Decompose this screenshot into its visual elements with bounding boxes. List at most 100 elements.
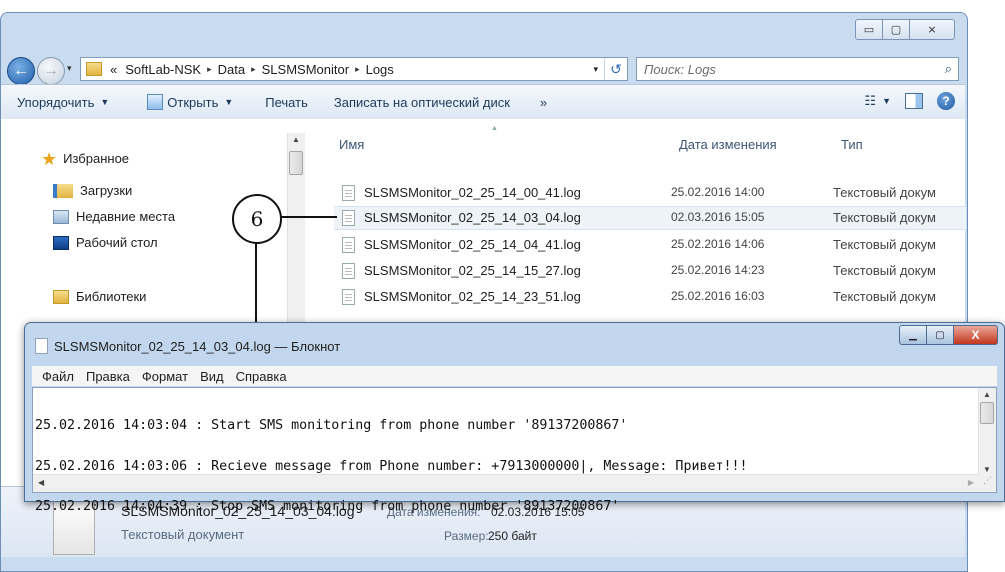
open-label: Открыть [167, 94, 219, 110]
nav-favorites-label: Избранное [63, 151, 130, 166]
address-overflow[interactable]: « [110, 62, 117, 77]
search-input[interactable]: Поиск: Logs ⌕ [636, 57, 959, 81]
scroll-up-icon[interactable]: ▲ [292, 135, 300, 144]
organize-label: Упорядочить [17, 94, 95, 110]
burn-disc-button[interactable]: Записать на оптический диск [334, 95, 510, 110]
star-icon: ★ [41, 148, 58, 169]
column-name[interactable]: Имя [339, 137, 364, 152]
breadcrumb-separator[interactable]: ▸ [355, 64, 360, 75]
text-file-icon [342, 185, 355, 201]
menu-help[interactable]: Справка [236, 369, 287, 384]
scroll-up-icon[interactable]: ▲ [983, 390, 991, 399]
scroll-thumb[interactable] [980, 402, 994, 424]
forward-arrow-icon: → [43, 62, 59, 79]
minimize-button[interactable]: ▭ [855, 19, 883, 40]
address-dropdown-icon[interactable]: ▾ [593, 64, 598, 75]
nav-desktop-label: Рабочий стол [76, 235, 158, 250]
notepad-title: SLSMSMonitor_02_25_14_03_04.log — Блокно… [54, 338, 341, 354]
file-type: Текстовый докум [833, 210, 936, 225]
open-app-icon [147, 94, 164, 110]
view-controls: ☷ ▼ ? [850, 92, 955, 110]
callout-marker: 6 [232, 194, 282, 244]
notepad-text-area[interactable]: 25.02.2016 14:03:04 : Start SMS monitori… [32, 387, 997, 513]
libraries-icon [53, 289, 69, 304]
file-row[interactable]: SLSMSMonitor_02_25_14_03_04.log 02.03.20… [334, 206, 966, 230]
back-arrow-icon: ← [13, 62, 29, 79]
refresh-icon[interactable]: ↺ [604, 58, 627, 80]
scroll-right-icon[interactable]: ▶ [968, 478, 974, 487]
sort-ascending-icon: ▲ [491, 125, 498, 132]
nav-favorites[interactable]: ★ Избранное [41, 148, 130, 169]
log-line: 25.02.2016 14:03:04 : Start SMS monitori… [35, 418, 628, 433]
file-row[interactable]: SLSMSMonitor_02_25_14_04_41.log 25.02.20… [334, 234, 966, 256]
notepad-window: SLSMSMonitor_02_25_14_03_04.log — Блокно… [24, 322, 1005, 513]
breadcrumb-softlab[interactable]: SoftLab-NSK [125, 62, 201, 77]
breadcrumb-logs[interactable]: Logs [366, 62, 394, 77]
command-bar: Упорядочить ▼ Открыть ▼ Печать Записать на… [1, 84, 965, 120]
file-type: Текстовый докум [833, 185, 936, 200]
column-date-modified[interactable]: Дата изменения [679, 137, 777, 152]
file-name: SLSMSMonitor_02_25_14_00_41.log [364, 185, 581, 200]
breadcrumb-separator[interactable]: ▸ [251, 64, 256, 75]
notepad-text-lines: 25.02.2016 14:03:04 : Start SMS monitori… [35, 392, 747, 541]
file-name: SLSMSMonitor_02_25_14_03_04.log [364, 210, 581, 225]
text-file-icon [342, 237, 355, 253]
nav-downloads[interactable]: Загрузки [53, 183, 132, 198]
column-headers: ▲ Имя Дата изменения Тип [339, 125, 965, 155]
search-placeholder: Поиск: Logs [644, 61, 716, 77]
notepad-titlebar: SLSMSMonitor_02_25_14_03_04.log — Блокно… [35, 338, 340, 354]
resize-grip-icon[interactable]: ⋰ [979, 475, 996, 492]
notepad-minimize-button[interactable]: ▁ [899, 325, 927, 345]
chevron-down-icon: ▼ [100, 97, 110, 107]
nav-desktop[interactable]: Рабочий стол [53, 235, 158, 250]
folder-icon [86, 62, 102, 76]
view-options-icon[interactable]: ☷ [864, 93, 876, 109]
notepad-horizontal-scrollbar[interactable]: ◀ ▶ [33, 474, 979, 492]
file-row[interactable]: SLSMSMonitor_02_25_14_00_41.log 25.02.20… [334, 182, 966, 204]
preview-pane-icon[interactable] [905, 93, 923, 109]
file-row[interactable]: SLSMSMonitor_02_25_14_15_27.log 25.02.20… [334, 260, 966, 282]
scroll-left-icon[interactable]: ◀ [38, 478, 44, 487]
text-file-icon [342, 210, 355, 226]
breadcrumb-separator[interactable]: ▸ [207, 64, 212, 75]
open-button[interactable]: Открыть ▼ [147, 94, 233, 110]
file-row[interactable]: SLSMSMonitor_02_25_14_23_51.log 25.02.20… [334, 286, 966, 308]
notepad-close-button[interactable]: X [953, 325, 998, 345]
navigation-scrollbar[interactable]: ▲ [287, 133, 305, 323]
menu-edit[interactable]: Правка [86, 369, 130, 384]
back-button[interactable]: ← [7, 57, 35, 85]
chevron-down-icon[interactable]: ▼ [882, 96, 891, 106]
notepad-caption-buttons: ▁ ▢ X [899, 325, 998, 345]
menu-file[interactable]: Файл [42, 369, 74, 384]
scroll-down-icon[interactable]: ▼ [983, 465, 991, 474]
file-name: SLSMSMonitor_02_25_14_04_41.log [364, 237, 581, 252]
log-line: 25.02.2016 14:04:39 : Stop SMS monitorin… [35, 499, 620, 514]
recent-pages-dropdown[interactable]: ▾ [67, 63, 72, 74]
file-date: 25.02.2016 16:03 [671, 289, 765, 303]
close-button[interactable]: ⨯ [909, 19, 955, 40]
nav-libraries[interactable]: Библиотеки [53, 289, 146, 304]
text-file-icon [342, 289, 355, 305]
menu-view[interactable]: Вид [200, 369, 224, 384]
callout-leader-vertical [255, 236, 257, 332]
organize-button[interactable]: Упорядочить ▼ [17, 95, 109, 110]
search-icon[interactable]: ⌕ [945, 61, 952, 77]
help-icon[interactable]: ? [937, 92, 955, 110]
file-name: SLSMSMonitor_02_25_14_23_51.log [364, 289, 581, 304]
notepad-maximize-button[interactable]: ▢ [926, 325, 954, 345]
maximize-button[interactable]: ▢ [882, 19, 910, 40]
forward-button[interactable]: → [37, 57, 65, 85]
callout-leader-horizontal [279, 216, 337, 218]
breadcrumb-data[interactable]: Data [218, 62, 245, 77]
scroll-thumb[interactable] [289, 151, 303, 175]
more-commands-button[interactable]: » [540, 95, 547, 110]
notepad-vertical-scrollbar[interactable]: ▲ ▼ [978, 388, 996, 476]
file-date: 25.02.2016 14:23 [671, 263, 765, 277]
notepad-menubar: Файл Правка Формат Вид Справка [32, 366, 997, 386]
breadcrumb-slsmsmonitor[interactable]: SLSMSMonitor [262, 62, 349, 77]
menu-format[interactable]: Формат [142, 369, 188, 384]
nav-recent-places[interactable]: Недавние места [53, 209, 175, 224]
column-type[interactable]: Тип [841, 137, 863, 152]
print-button[interactable]: Печать [265, 95, 308, 110]
address-bar[interactable]: « SoftLab-NSK ▸ Data ▸ SLSMSMonitor ▸ Lo… [80, 57, 628, 81]
